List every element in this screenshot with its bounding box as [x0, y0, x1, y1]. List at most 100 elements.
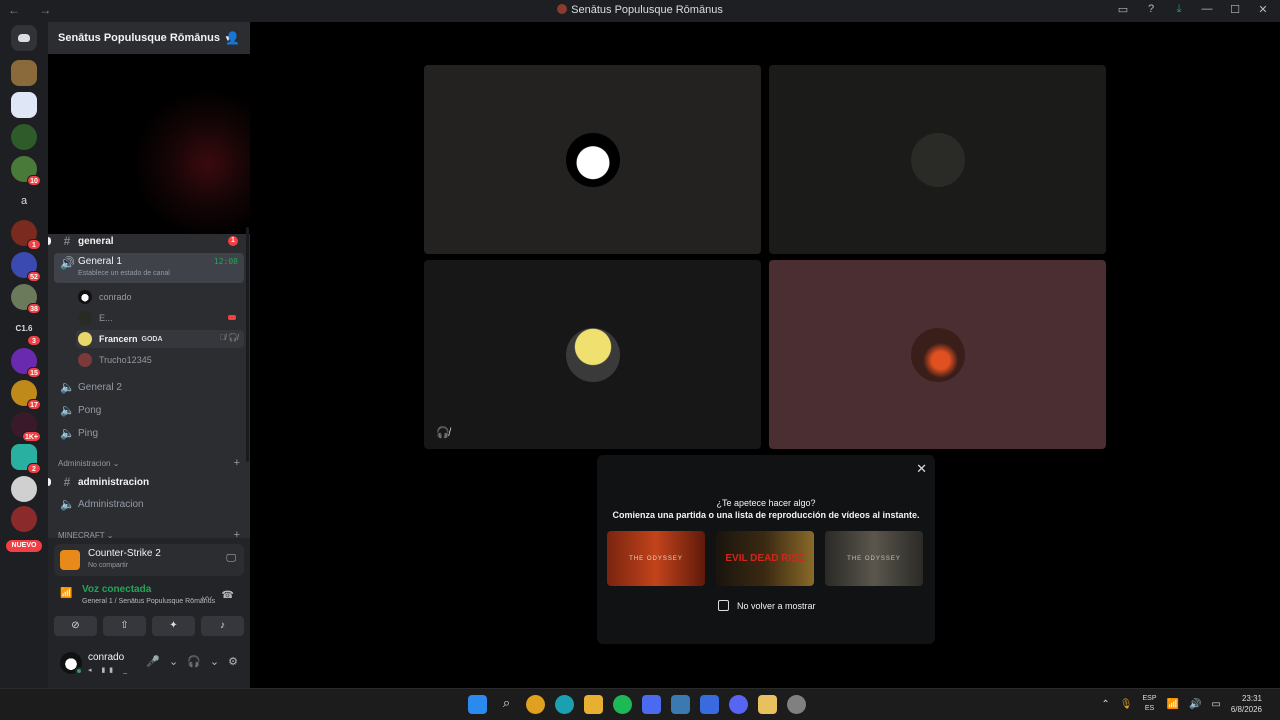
channel-administracion[interactable]: # administracion	[48, 472, 244, 492]
chevron-up-icon[interactable]: ⌃	[1101, 699, 1109, 710]
dont-show-again[interactable]: No volver a mostrar	[718, 600, 816, 611]
voice-user[interactable]: E...	[76, 309, 244, 327]
channel-voice-ping[interactable]: 🔈 Ping	[54, 423, 244, 443]
checkbox[interactable]	[718, 600, 729, 611]
add-member-icon[interactable]: 👤	[225, 31, 240, 45]
server-item[interactable]: 1K+	[11, 412, 41, 442]
scrollbar[interactable]	[246, 227, 249, 462]
share-screen-icon[interactable]: 🖵	[226, 553, 236, 564]
noise-suppression-icon[interactable]: 〰	[202, 590, 212, 605]
app-icon[interactable]	[787, 695, 806, 714]
voice-buttons: ⊘ ⇧ ✦ ♪	[54, 616, 244, 636]
discord-icon[interactable]	[729, 695, 748, 714]
server-item[interactable]: 10	[11, 156, 41, 186]
close-icon[interactable]: ✕	[916, 461, 927, 477]
server-item[interactable]	[11, 506, 37, 532]
windows-start-icon[interactable]	[468, 695, 487, 714]
language-indicator[interactable]: ESP ES	[1142, 694, 1156, 714]
microphone-icon[interactable]: 🎤	[146, 655, 160, 668]
voice-location[interactable]: General 1 / Senātus Populusque Rōmānus	[82, 598, 215, 605]
folder-icon[interactable]	[584, 695, 603, 714]
activity-card-odyssey-2[interactable]: THE ODYSSEY	[825, 531, 923, 586]
unread-badge: 10	[27, 175, 41, 186]
participant-tile[interactable]	[424, 65, 761, 254]
activity-card[interactable]: Counter-Strike 2 No compartir 🖵	[54, 544, 244, 576]
activities-button[interactable]: ✦	[152, 616, 195, 636]
volume-icon[interactable]: 🔊	[1189, 699, 1201, 710]
participant-tile[interactable]	[769, 65, 1106, 254]
voice-status[interactable]: Voz conectada	[82, 584, 151, 595]
inbox-icon[interactable]: ▭	[1116, 3, 1130, 16]
help-icon[interactable]: ?	[1144, 3, 1158, 16]
app-icon[interactable]	[671, 695, 690, 714]
chevron-down-icon[interactable]: ⌄	[210, 655, 219, 668]
server-item[interactable]	[11, 476, 37, 502]
channel-voice-administracion[interactable]: 🔈 Administracion	[54, 494, 244, 514]
voice-timer: 12:08	[213, 257, 238, 266]
download-icon[interactable]: ⤓	[1172, 3, 1186, 16]
username[interactable]: conrado	[88, 652, 124, 663]
voice-connection: 📶 Voz conectada General 1 / Senātus Popu…	[54, 582, 244, 612]
battery-icon[interactable]: ▭	[1211, 699, 1220, 710]
new-badge[interactable]: NUEVO	[6, 540, 42, 552]
server-item[interactable]: 52	[11, 252, 41, 282]
spotify-icon[interactable]	[613, 695, 632, 714]
clock[interactable]: 23:31 6/8/2026	[1231, 693, 1262, 715]
muted-icons: 🎙̸ 🎧̸	[219, 333, 238, 342]
search-icon[interactable]: ⌕	[497, 695, 516, 714]
close-icon[interactable]: ✕	[1256, 3, 1270, 16]
channel-voice-pong[interactable]: 🔈 Pong	[54, 400, 244, 420]
wifi-icon[interactable]: 📶	[1167, 699, 1179, 710]
gear-icon[interactable]: ⚙	[228, 655, 238, 668]
soundboard-button[interactable]: ♪	[201, 616, 244, 636]
unread-badge: 52	[27, 271, 41, 282]
screen-share-button[interactable]: ⇧	[103, 616, 146, 636]
participant-tile[interactable]: 🎧̸	[424, 260, 761, 449]
server-item[interactable]: 15	[11, 348, 41, 378]
headphones-icon[interactable]: 🎧	[187, 655, 201, 668]
user-panel: Counter-Strike 2 No compartir 🖵 📶 Voz co…	[48, 538, 250, 688]
window-controls: ▭ ? ⤓ — ☐ ✕	[1116, 3, 1270, 16]
voice-user[interactable]: Trucho12345	[76, 351, 244, 369]
activity-card-evil-dead[interactable]: EVIL DEAD RISE	[716, 531, 814, 586]
activity-popup: ✕ ¿Te apetece hacer algo? Comienza una p…	[597, 455, 935, 644]
server-item[interactable]	[11, 60, 37, 86]
microphone-icon[interactable]: 🎙	[1120, 699, 1133, 710]
voice-user[interactable]: Francern GODA 🎙̸ 🎧̸	[76, 330, 244, 348]
signal-icon[interactable]: 📶	[60, 588, 72, 599]
guild-name: Senātus Populusque Rōmānus	[58, 32, 220, 44]
server-item[interactable]: a	[11, 188, 37, 214]
user-area: conrado ◂ ▮▮ _ 🎤 ⌄ 🎧 ⌄ ⚙	[54, 648, 244, 682]
minimize-icon[interactable]: —	[1200, 3, 1214, 16]
avatar	[566, 328, 620, 382]
chrome-icon[interactable]	[526, 695, 545, 714]
channel-voice-general-2[interactable]: 🔈 General 2	[54, 377, 244, 397]
home-button[interactable]	[11, 25, 37, 51]
channel-status[interactable]: Establece un estado de canal	[78, 270, 170, 277]
category-administracion[interactable]: Administracion ⌄ +	[58, 457, 244, 469]
server-item[interactable]: 1	[11, 220, 41, 250]
server-item[interactable]	[11, 92, 37, 118]
disconnect-icon[interactable]: ☎	[222, 590, 234, 601]
store-icon[interactable]	[642, 695, 661, 714]
app-icon[interactable]	[758, 695, 777, 714]
server-item[interactable]: 2	[11, 444, 41, 474]
server-item[interactable]	[11, 124, 37, 150]
maximize-icon[interactable]: ☐	[1228, 3, 1242, 16]
server-item[interactable]: 38	[11, 284, 41, 314]
channel-general[interactable]: # general 1	[48, 231, 244, 251]
add-channel-icon[interactable]: +	[234, 457, 240, 469]
participant-tile-speaking[interactable]	[769, 260, 1106, 449]
unread-badge: 1K+	[21, 431, 41, 442]
guild-header[interactable]: Senātus Populusque Rōmānus ▼ 👤	[48, 22, 250, 54]
app-icon[interactable]	[700, 695, 719, 714]
avatar	[911, 328, 965, 382]
camera-button[interactable]: ⊘	[54, 616, 97, 636]
server-item[interactable]: 17	[11, 380, 41, 410]
edge-icon[interactable]	[555, 695, 574, 714]
channel-voice-general-1[interactable]: 🔊 General 1 12:08 Establece un estado de…	[54, 253, 244, 283]
chevron-down-icon[interactable]: ⌄	[169, 655, 178, 668]
voice-user[interactable]: conrado	[76, 288, 244, 306]
server-item[interactable]: C1.6 3	[11, 316, 41, 346]
activity-card-odyssey[interactable]: THE ODYSSEY	[607, 531, 705, 586]
